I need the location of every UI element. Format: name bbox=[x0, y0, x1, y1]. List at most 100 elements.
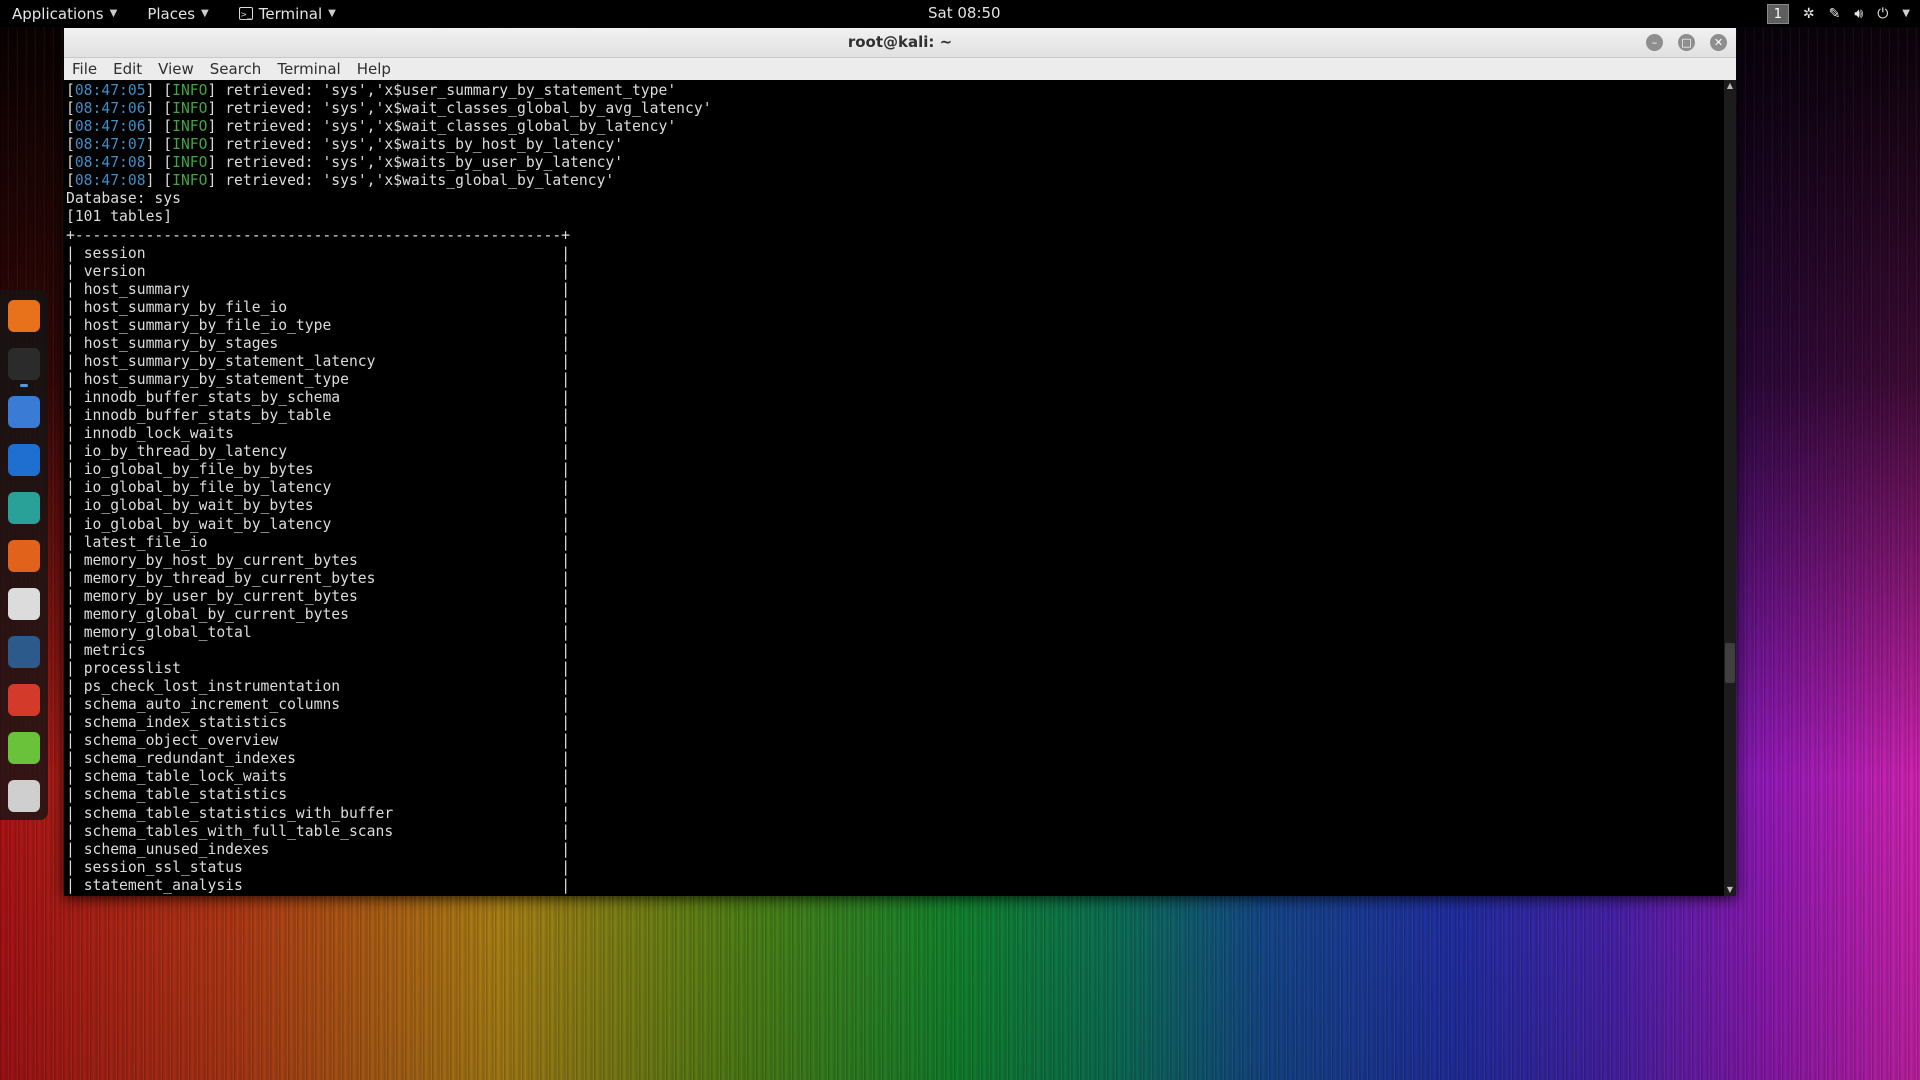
log-message: retrieved: 'sys','x$waits_global_by_late… bbox=[225, 172, 615, 190]
terminal-text: [08:47:05] [INFO] retrieved: 'sys','x$us… bbox=[66, 82, 712, 894]
volume-icon[interactable]: 🔊︎ bbox=[1854, 6, 1863, 22]
window-title: root@kali: ~ bbox=[847, 33, 953, 51]
log-message: retrieved: 'sys','x$waits_by_user_by_lat… bbox=[225, 154, 624, 172]
table-name: host_summary_by_file_io bbox=[83, 298, 288, 316]
log-level: INFO bbox=[172, 172, 208, 190]
power-icon[interactable]: ⏻ bbox=[1877, 6, 1888, 22]
faraday-icon[interactable] bbox=[8, 684, 40, 716]
scroll-up-icon[interactable]: ▲ bbox=[1724, 80, 1736, 92]
table-name: schema_object_overview bbox=[83, 732, 279, 750]
running-indicator bbox=[20, 384, 28, 387]
table-name: host_summary bbox=[83, 280, 190, 298]
log-message: retrieved: 'sys','x$wait_classes_global_… bbox=[225, 100, 712, 118]
log-message: retrieved: 'sys','x$user_summary_by_stat… bbox=[225, 82, 677, 99]
table-name: schema_table_statistics_with_buffer bbox=[83, 804, 394, 822]
applications-menu[interactable]: Applications ▼ bbox=[12, 0, 117, 27]
log-timestamp: 08:47:05 bbox=[74, 82, 146, 99]
table-name: latest_file_io bbox=[83, 533, 208, 551]
table-name: schema_unused_indexes bbox=[83, 840, 270, 858]
terminal-window: root@kali: ~ – □ ✕ File Edit View Search Ter… bbox=[64, 28, 1736, 896]
close-button[interactable]: ✕ bbox=[1710, 34, 1727, 51]
table-name: io_global_by_file_by_bytes bbox=[83, 461, 314, 479]
log-timestamp: 08:47:08 bbox=[74, 172, 146, 190]
table-name: session bbox=[83, 244, 146, 262]
notes-icon[interactable] bbox=[8, 732, 40, 764]
table-name: schema_redundant_indexes bbox=[83, 750, 296, 768]
table-name: processlist bbox=[83, 660, 181, 677]
table-name: io_global_by_wait_by_bytes bbox=[83, 497, 314, 515]
log-level: INFO bbox=[172, 100, 208, 118]
terminal-app-menu[interactable]: >_ Terminal ▼ bbox=[238, 0, 336, 27]
window-menubar: File Edit View Search Terminal Help bbox=[64, 58, 1736, 80]
workspace-indicator[interactable]: 1 bbox=[1766, 3, 1789, 24]
table-name: schema_table_statistics bbox=[83, 786, 288, 804]
log-level: INFO bbox=[172, 136, 208, 154]
terminal-icon: >_ bbox=[238, 7, 253, 20]
table-name: ps_check_lost_instrumentation bbox=[83, 678, 341, 696]
log-level: INFO bbox=[172, 154, 208, 172]
table-name: schema_auto_increment_columns bbox=[83, 696, 341, 714]
terminal-app-label: Terminal bbox=[258, 4, 323, 23]
table-name: statement_analysis bbox=[83, 876, 243, 894]
network-icon[interactable]: ✎ bbox=[1829, 6, 1841, 22]
table-name: session_ssl_status bbox=[83, 858, 243, 876]
burpsuite-icon[interactable] bbox=[8, 540, 40, 572]
menu-terminal[interactable]: Terminal bbox=[277, 60, 340, 78]
beef-icon[interactable] bbox=[8, 636, 40, 668]
log-level: INFO bbox=[172, 118, 208, 136]
places-label: Places bbox=[147, 4, 196, 23]
menu-search[interactable]: Search bbox=[210, 60, 262, 78]
table-name: host_summary_by_statement_latency bbox=[83, 352, 376, 370]
menu-file[interactable]: File bbox=[72, 60, 97, 78]
table-name: metrics bbox=[83, 641, 146, 659]
scrollbar[interactable]: ▲ ▼ bbox=[1724, 80, 1736, 896]
metasploit-icon[interactable] bbox=[8, 444, 40, 476]
applications-label: Applications bbox=[12, 4, 104, 23]
table-name: memory_by_host_by_current_bytes bbox=[83, 551, 358, 569]
dock bbox=[0, 290, 48, 820]
log-message: retrieved: 'sys','x$waits_by_host_by_lat… bbox=[225, 136, 624, 154]
user-switch-icon[interactable]: ✲ bbox=[1803, 6, 1815, 22]
table-name: io_by_thread_by_latency bbox=[83, 443, 288, 461]
log-timestamp: 08:47:08 bbox=[74, 154, 146, 172]
table-name: schema_index_statistics bbox=[83, 714, 288, 732]
table-name: memory_by_user_by_current_bytes bbox=[83, 587, 358, 605]
terminal-output[interactable]: [08:47:05] [INFO] retrieved: 'sys','x$us… bbox=[64, 80, 1724, 896]
menu-view[interactable]: View bbox=[158, 60, 194, 78]
log-message: retrieved: 'sys','x$wait_classes_global_… bbox=[225, 118, 677, 136]
table-count-line: [101 tables] bbox=[66, 208, 173, 226]
scrollbar-thumb[interactable] bbox=[1725, 643, 1735, 683]
system-tray: 1 ✲ ✎ 🔊︎ ⏻ ▼ bbox=[1766, 0, 1910, 27]
minimize-button[interactable]: – bbox=[1646, 34, 1663, 51]
places-menu[interactable]: Places ▼ bbox=[147, 0, 208, 27]
database-line: Database: sys bbox=[66, 190, 181, 208]
menu-help[interactable]: Help bbox=[357, 60, 391, 78]
table-name: host_summary_by_stages bbox=[83, 334, 279, 352]
table-name: version bbox=[83, 262, 146, 280]
table-name: innodb_lock_waits bbox=[83, 425, 235, 443]
log-timestamp: 08:47:07 bbox=[74, 136, 146, 154]
table-name: host_summary_by_file_io_type bbox=[83, 316, 332, 334]
armitage-icon[interactable] bbox=[8, 492, 40, 524]
maximize-button[interactable]: □ bbox=[1678, 34, 1695, 51]
caret-down-icon: ▼ bbox=[109, 8, 118, 19]
table-name: io_global_by_wait_by_latency bbox=[83, 515, 332, 533]
maltego-icon[interactable] bbox=[8, 588, 40, 620]
caret-down-icon: ▼ bbox=[201, 8, 209, 19]
files-icon[interactable] bbox=[8, 396, 40, 428]
log-timestamp: 08:47:06 bbox=[74, 118, 146, 136]
clock[interactable]: Sat 08:50 bbox=[928, 0, 1001, 27]
menu-edit[interactable]: Edit bbox=[113, 60, 142, 78]
show-apps-icon[interactable] bbox=[8, 780, 40, 812]
table-name: memory_global_total bbox=[83, 623, 252, 641]
firefox-icon[interactable] bbox=[8, 300, 40, 332]
table-name: host_summary_by_statement_type bbox=[83, 371, 349, 388]
terminal-icon[interactable] bbox=[8, 348, 40, 380]
system-menu-caret-icon[interactable]: ▼ bbox=[1902, 8, 1910, 19]
scroll-down-icon[interactable]: ▼ bbox=[1724, 884, 1736, 896]
top-panel: Applications ▼ Places ▼ >_ Terminal ▼ Sa… bbox=[0, 0, 1920, 27]
window-titlebar[interactable]: root@kali: ~ – □ ✕ bbox=[64, 28, 1736, 58]
table-name: io_global_by_file_by_latency bbox=[83, 479, 332, 497]
table-name: memory_global_by_current_bytes bbox=[83, 605, 349, 623]
table-name: schema_table_lock_waits bbox=[83, 768, 288, 786]
